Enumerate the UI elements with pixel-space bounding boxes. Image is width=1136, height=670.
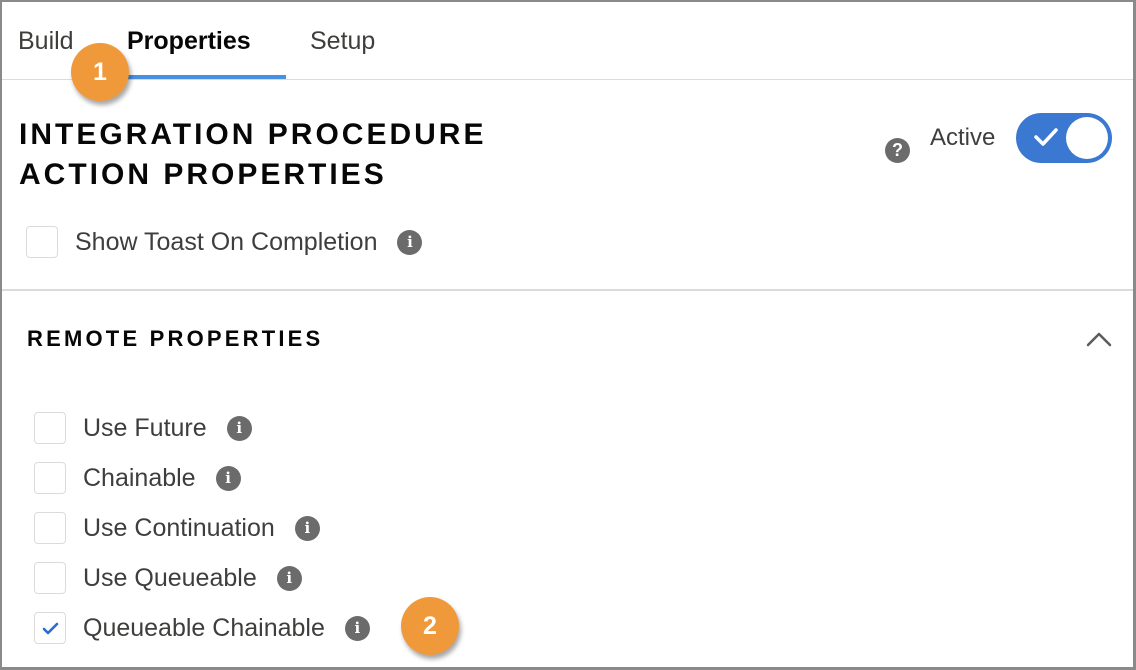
option-use-future: Use Future i bbox=[34, 411, 252, 445]
page-title: INTEGRATION PROCEDURE ACTION PROPERTIES bbox=[19, 115, 486, 195]
active-tab-indicator bbox=[124, 75, 286, 79]
option-queueable-chainable: Queueable Chainable i bbox=[34, 611, 370, 645]
info-icon[interactable]: i bbox=[215, 465, 241, 491]
use-continuation-checkbox[interactable] bbox=[34, 512, 66, 544]
chevron-up-icon[interactable] bbox=[1085, 330, 1113, 348]
toggle-knob bbox=[1066, 117, 1108, 159]
callout-badge-2: 2 bbox=[401, 597, 459, 655]
info-icon[interactable]: i bbox=[397, 229, 423, 255]
tab-build[interactable]: Build bbox=[18, 27, 74, 56]
properties-panel: Build Properties Setup INTEGRATION PROCE… bbox=[0, 0, 1136, 670]
show-toast-checkbox[interactable] bbox=[26, 226, 58, 258]
tab-setup[interactable]: Setup bbox=[310, 27, 375, 56]
check-icon bbox=[1034, 128, 1058, 146]
option-use-continuation: Use Continuation i bbox=[34, 511, 320, 545]
info-icon[interactable]: i bbox=[294, 515, 320, 541]
use-queueable-checkbox[interactable] bbox=[34, 562, 66, 594]
checkmark-icon bbox=[42, 622, 59, 635]
option-show-toast: Show Toast On Completion i bbox=[26, 225, 423, 259]
question-icon[interactable]: ? bbox=[885, 138, 910, 163]
tab-properties[interactable]: Properties bbox=[127, 27, 251, 56]
info-icon[interactable]: i bbox=[344, 615, 370, 641]
use-future-checkbox[interactable] bbox=[34, 412, 66, 444]
section-title-remote-properties: REMOTE PROPERTIES bbox=[27, 326, 324, 351]
chainable-checkbox[interactable] bbox=[34, 462, 66, 494]
page-title-line-1: INTEGRATION PROCEDURE bbox=[19, 118, 487, 151]
section-divider bbox=[2, 289, 1133, 291]
option-label: Use Queueable bbox=[83, 563, 257, 592]
option-label: Queueable Chainable bbox=[83, 613, 325, 642]
info-icon[interactable]: i bbox=[276, 565, 302, 591]
queueable-chainable-checkbox[interactable] bbox=[34, 612, 66, 644]
option-chainable: Chainable i bbox=[34, 461, 241, 495]
tab-bar: Build Properties Setup bbox=[2, 2, 1133, 80]
option-label: Chainable bbox=[83, 463, 196, 492]
page-title-line-2: ACTION PROPERTIES bbox=[19, 158, 387, 191]
info-icon[interactable]: i bbox=[226, 415, 252, 441]
active-label: Active bbox=[930, 124, 996, 151]
callout-badge-1: 1 bbox=[71, 43, 129, 101]
active-toggle[interactable] bbox=[1016, 113, 1112, 163]
option-label: Show Toast On Completion bbox=[75, 227, 378, 256]
option-label: Use Continuation bbox=[83, 513, 275, 542]
option-label: Use Future bbox=[83, 413, 207, 442]
option-use-queueable: Use Queueable i bbox=[34, 561, 302, 595]
